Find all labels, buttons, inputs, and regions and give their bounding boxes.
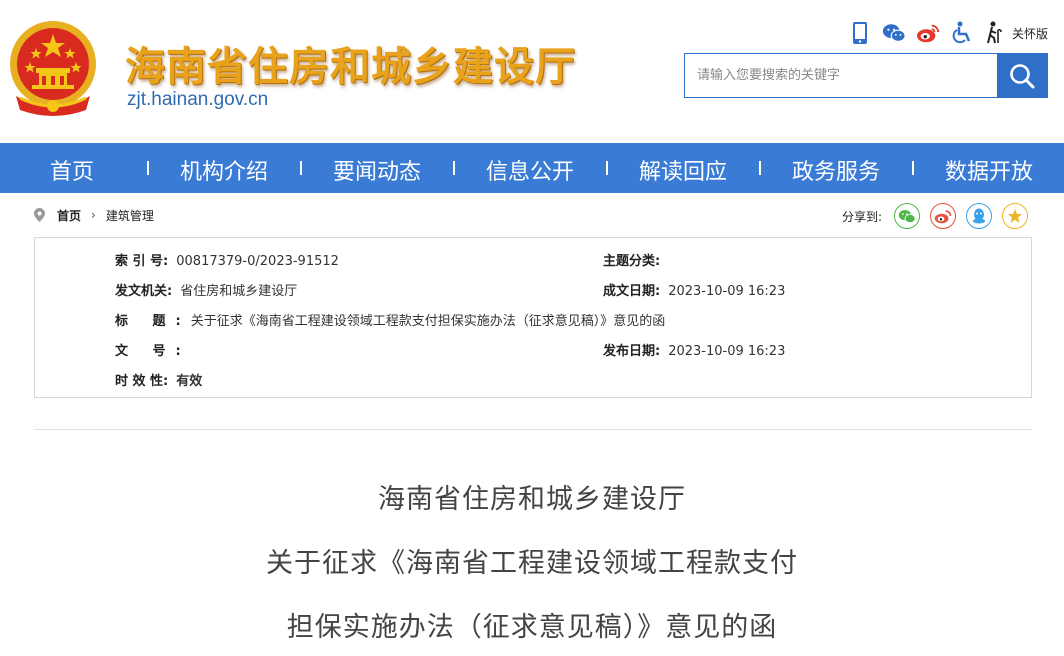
weibo-icon[interactable] [916,20,940,46]
share-bar: 分享到: [842,203,1028,229]
main-nav: 首页 机构介绍 要闻动态 信息公开 解读回应 政务服务 数据开放 [0,143,1064,193]
nav-item-home[interactable]: 首页 [50,154,94,186]
share-qzone-button[interactable] [1002,203,1028,229]
nav-item-services[interactable]: 政务服务 [792,154,880,186]
weibo-icon [934,209,952,223]
site-domain: zjt.hainan.gov.cn [127,89,269,110]
accessibility-icon[interactable] [950,20,974,46]
nav-item-about[interactable]: 机构介绍 [180,154,268,186]
nav-item-open-data[interactable]: 数据开放 [945,154,1033,186]
nav-item-disclosure[interactable]: 信息公开 [486,154,574,186]
share-wechat-button[interactable] [894,203,920,229]
nav-separator [453,161,455,175]
nav-item-interpretation[interactable]: 解读回应 [639,154,727,186]
meta-published-date: 发布日期: 2023-10-09 16:23 [603,344,786,359]
meta-doc-number: 文 号: [115,344,191,359]
article-title-line-3: 担保实施办法（征求意见稿）》意见的函 [286,612,778,643]
meta-index: 索 引 号: 00817379-0/2023-91512 [115,254,339,269]
wechat-icon[interactable] [882,20,906,46]
qq-icon [973,208,985,224]
nav-separator [912,161,914,175]
national-emblem-logo [10,21,96,116]
location-pin-icon [34,208,45,222]
nav-separator [606,161,608,175]
nav-separator [147,161,149,175]
star-icon [1008,209,1022,223]
site-header: 海南省住房和城乡建设厅 zjt.hainan.gov.cn 关怀版 [0,0,1064,143]
meta-topic: 主题分类: [603,254,661,269]
mobile-icon[interactable] [848,20,872,46]
meta-title: 标 题:关于征求《海南省工程建设领域工程款支付担保实施办法（征求意见稿）》意见的… [115,314,666,329]
content-divider [34,429,1032,430]
article-title-line-2: 关于征求《海南省工程建设领域工程款支付 [266,548,798,579]
elder-care-icon[interactable] [984,20,1008,46]
breadcrumb-section[interactable]: 建筑管理 [106,207,154,224]
article-title-line-1: 海南省住房和城乡建设厅 [378,484,686,515]
meta-validity: 时 效 性: 有效 [115,374,203,389]
wechat-icon [898,209,916,223]
meta-created-date: 成文日期: 2023-10-09 16:23 [603,284,786,299]
breadcrumb-separator: › [91,208,96,222]
search-box [684,53,1048,98]
site-title: 海南省住房和城乡建设厅 [125,44,576,90]
care-mode-label[interactable]: 关怀版 [1012,25,1048,42]
header-toolbar: 关怀版 [848,20,1048,46]
document-metadata: 索 引 号: 00817379-0/2023-91512 主题分类: 发文机关: 省… [34,237,1032,398]
breadcrumb: 首页 › 建筑管理 [34,204,154,226]
nav-separator [300,161,302,175]
nav-separator [759,161,761,175]
breadcrumb-home[interactable]: 首页 [57,207,81,224]
search-icon [1010,63,1035,88]
share-weibo-button[interactable] [930,203,956,229]
share-label: 分享到: [841,209,882,224]
nav-item-news[interactable]: 要闻动态 [333,154,421,186]
meta-issuer: 发文机关: 省住房和城乡建设厅 [115,284,298,299]
share-qq-button[interactable] [966,203,992,229]
search-button[interactable] [997,54,1047,97]
search-input[interactable] [685,54,997,97]
